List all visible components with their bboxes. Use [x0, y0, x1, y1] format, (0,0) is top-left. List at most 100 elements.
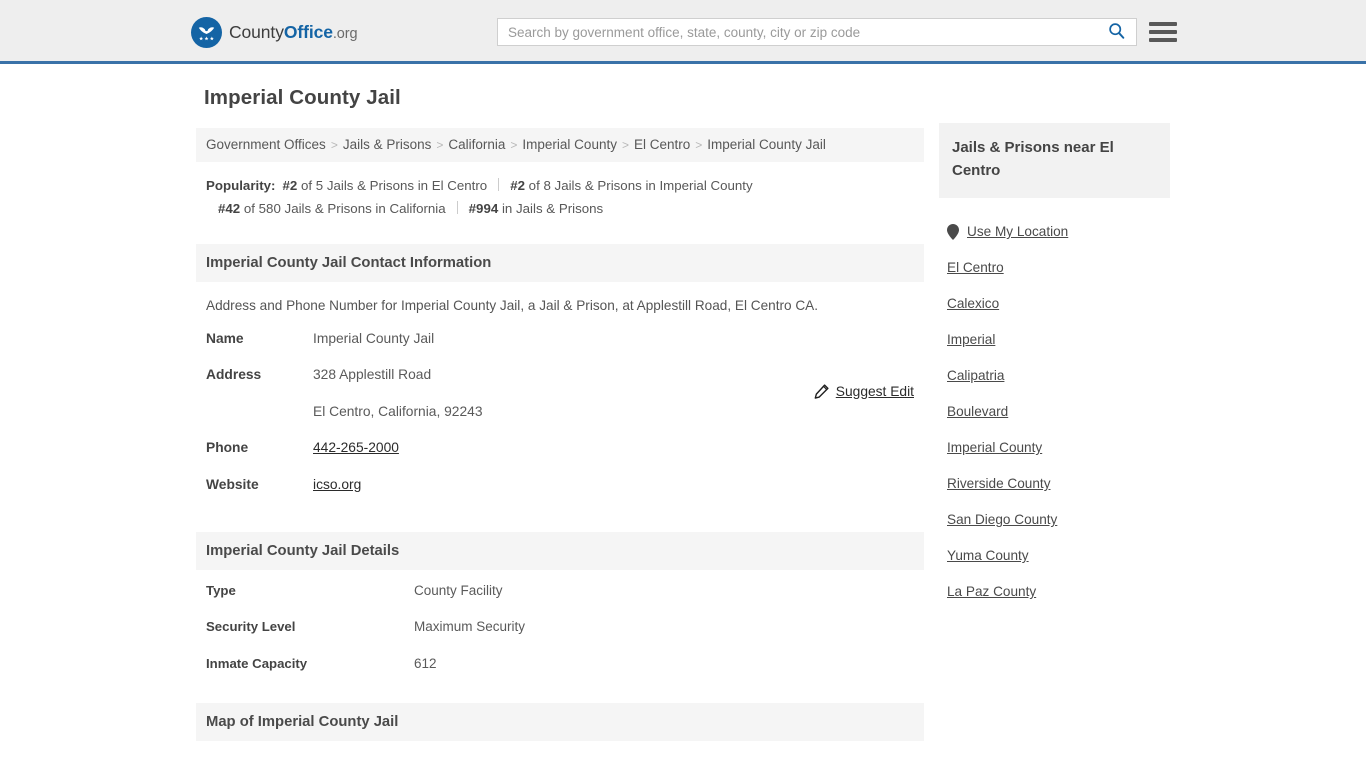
breadcrumb-item-government-offices[interactable]: Government Offices	[206, 137, 326, 152]
sidebar-item-boulevard[interactable]: Boulevard	[939, 394, 1170, 430]
sidebar-item-la-paz-county[interactable]: La Paz County	[939, 574, 1170, 610]
sidebar-link-label[interactable]: Riverside County	[947, 476, 1051, 491]
contact-panel-description: Address and Phone Number for Imperial Co…	[206, 298, 819, 314]
search-bar	[497, 18, 1137, 46]
sidebar-link-label[interactable]: La Paz County	[947, 584, 1036, 599]
breadcrumb-separator: >	[330, 138, 338, 152]
sidebar-link-label[interactable]: Imperial	[947, 332, 995, 347]
suggest-edit-label: Suggest Edit	[835, 383, 914, 399]
details-value-security-level: Maximum Security	[414, 619, 526, 635]
popularity-rank-text: in Jails & Prisons	[498, 201, 604, 217]
sidebar-item-imperial-county[interactable]: Imperial County	[939, 430, 1170, 466]
details-panel-heading: Imperial County Jail Details	[196, 532, 924, 571]
sidebar-item-use-my-location[interactable]: Use My Location	[939, 214, 1170, 250]
sidebar-item-riverside-county[interactable]: Riverside County	[939, 466, 1170, 502]
hamburger-menu-button[interactable]	[1149, 19, 1177, 45]
sidebar-links: Use My Location El Centro Calexico Imper…	[939, 198, 1170, 610]
sidebar-item-calexico[interactable]: Calexico	[939, 286, 1170, 322]
details-key-security-level: Security Level	[206, 619, 296, 635]
sidebar-item-yuma-county[interactable]: Yuma County	[939, 538, 1170, 574]
page-title: Imperial County Jail	[204, 86, 401, 109]
table-row: El Centro, California, 92243	[206, 403, 914, 441]
sidebar-link-label[interactable]: Yuma County	[947, 548, 1029, 563]
contact-panel-heading: Imperial County Jail Contact Information	[196, 244, 924, 283]
sidebar-heading: Jails & Prisons near El Centro	[939, 123, 1170, 198]
popularity-label: Popularity:	[206, 178, 276, 194]
details-key-inmate-capacity: Inmate Capacity	[206, 655, 308, 671]
search-button[interactable]	[1096, 19, 1136, 45]
popularity-rank-imperial-county: #2 of 8 Jails & Prisons in Imperial Coun…	[510, 178, 752, 193]
breadcrumb-separator: >	[695, 138, 703, 152]
breadcrumb-item-california[interactable]: California	[448, 137, 505, 152]
map-panel-text: View map of Imperial County Jail, and ge…	[196, 754, 924, 768]
popularity-rank-text: of 580 Jails & Prisons in California	[240, 201, 446, 217]
details-value-inmate-capacity: 612	[414, 655, 437, 671]
popularity-rank-california: #42 of 580 Jails & Prisons in California	[218, 201, 446, 216]
breadcrumb-separator: >	[510, 138, 518, 152]
popularity-section: Popularity: #2 of 5 Jails & Prisons in El…	[196, 162, 924, 224]
table-row: Inmate Capacity 612	[206, 655, 914, 693]
breadcrumb-item-el-centro[interactable]: El Centro	[634, 137, 690, 152]
breadcrumb-item-jails-prisons[interactable]: Jails & Prisons	[343, 137, 432, 152]
contact-key-phone: Phone	[206, 440, 249, 456]
sidebar-item-calipatria[interactable]: Calipatria	[939, 358, 1170, 394]
popularity-divider	[498, 178, 500, 192]
site-logo[interactable]: CountyOffice.org	[191, 17, 358, 48]
sidebar-link-label[interactable]: Imperial County	[947, 440, 1042, 455]
contact-table: Name Imperial County Jail Address 328 Ap…	[206, 330, 914, 514]
sidebar-link-label[interactable]: Calipatria	[947, 368, 1004, 383]
contact-value-address-line2: El Centro, California, 92243	[313, 403, 483, 419]
popularity-divider	[456, 201, 458, 215]
suggest-edit-button[interactable]: Suggest Edit	[814, 383, 914, 400]
use-my-location-link[interactable]: Use My Location	[967, 224, 1068, 239]
site-header: CountyOffice.org	[0, 0, 1366, 64]
popularity-rank-value: #42	[218, 201, 241, 217]
contact-value-name: Imperial County Jail	[313, 330, 435, 346]
popularity-row-2: #42 of 580 Jails & Prisons in California…	[206, 197, 914, 220]
sidebar-item-san-diego-county[interactable]: San Diego County	[939, 502, 1170, 538]
breadcrumb: Government Offices > Jails & Prisons > Calif…	[196, 128, 924, 163]
sidebar-item-el-centro[interactable]: El Centro	[939, 250, 1170, 286]
popularity-row-1: Popularity: #2 of 5 Jails & Prisons in El…	[206, 174, 914, 197]
sidebar-link-label[interactable]: Boulevard	[947, 404, 1008, 419]
map-panel: Map of Imperial County Jail View map of …	[196, 702, 924, 768]
table-row: Name Imperial County Jail	[206, 330, 914, 368]
map-panel-heading: Map of Imperial County Jail	[196, 702, 924, 741]
pencil-edit-icon	[814, 384, 829, 400]
logo-text-org: .org	[332, 26, 358, 42]
details-table: Type County Facility Security Level Maxi…	[206, 584, 914, 693]
contact-key-website: Website	[206, 476, 259, 492]
sidebar-link-label[interactable]: Calexico	[947, 296, 999, 311]
breadcrumb-item-imperial-county[interactable]: Imperial County	[522, 137, 617, 152]
breadcrumb-separator: >	[621, 138, 629, 152]
popularity-rank-text: of 5 Jails & Prisons in El Centro	[297, 178, 488, 194]
contact-key-address: Address	[206, 367, 262, 383]
popularity-rank-el-centro: #2 of 5 Jails & Prisons in El Centro	[282, 178, 487, 193]
contact-key-blank	[206, 405, 313, 441]
table-row: Address 328 Applestill Road	[206, 368, 914, 404]
details-value-type: County Facility	[414, 583, 503, 599]
popularity-rank-text: of 8 Jails & Prisons in Imperial County	[524, 178, 753, 194]
sidebar-item-imperial[interactable]: Imperial	[939, 322, 1170, 358]
popularity-rank-value: #994	[468, 201, 499, 217]
hamburger-bar-2	[1149, 30, 1177, 34]
logo-text-county: County	[229, 22, 284, 42]
site-logo-text: CountyOffice.org	[229, 22, 358, 43]
phone-link[interactable]: 442-265-2000	[313, 440, 399, 455]
sidebar-link-label[interactable]: El Centro	[947, 260, 1004, 275]
sidebar-link-label[interactable]: San Diego County	[947, 512, 1057, 527]
popularity-rank-value: #2	[510, 178, 525, 194]
popularity-rank-value: #2	[282, 178, 298, 194]
sidebar: Jails & Prisons near El Centro Use My Lo…	[939, 123, 1170, 610]
website-link[interactable]: icso.org	[313, 477, 361, 492]
details-panel: Imperial County Jail Details Type County…	[196, 532, 924, 693]
contact-information-panel: Imperial County Jail Contact Information…	[196, 244, 924, 514]
table-row: Website icso.org	[206, 476, 914, 514]
map-pin-icon	[947, 223, 959, 240]
search-input[interactable]	[498, 19, 1096, 45]
details-key-type: Type	[206, 583, 236, 599]
search-icon	[1108, 22, 1125, 42]
contact-key-name: Name	[206, 330, 244, 346]
breadcrumb-separator: >	[436, 138, 444, 152]
hamburger-bar-3	[1149, 38, 1177, 42]
